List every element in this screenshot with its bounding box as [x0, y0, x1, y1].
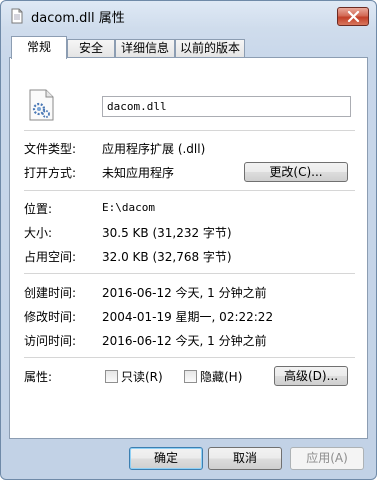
file-type-value: 应用程序扩展 (.dll): [102, 142, 206, 156]
location-label: 位置:: [24, 202, 53, 216]
tab-strip: 常规 安全 详细信息 以前的版本: [9, 36, 368, 59]
window-title: dacom.dll 属性: [31, 11, 125, 26]
divider: [24, 273, 355, 274]
cancel-button[interactable]: 取消: [208, 447, 282, 470]
opens-with-label: 打开方式:: [24, 166, 77, 180]
divider: [24, 130, 355, 131]
size-on-disk-label: 占用空间:: [24, 250, 77, 264]
tab-details[interactable]: 详细信息: [115, 39, 175, 58]
filename-input[interactable]: [102, 96, 351, 117]
ok-button[interactable]: 确定: [129, 447, 203, 470]
readonly-checkbox[interactable]: [105, 370, 118, 383]
readonly-label[interactable]: 只读(R): [121, 368, 163, 385]
change-button[interactable]: 更改(C)...: [244, 162, 348, 182]
divider: [24, 357, 355, 358]
dll-file-icon: [29, 89, 54, 121]
hidden-label[interactable]: 隐藏(H): [200, 368, 242, 385]
tab-previous-versions[interactable]: 以前的版本: [175, 39, 245, 58]
advanced-button[interactable]: 高级(D)...: [274, 366, 348, 386]
tab-security[interactable]: 安全: [67, 39, 115, 58]
size-label: 大小:: [24, 226, 53, 240]
attributes-label: 属性:: [24, 370, 53, 384]
tab-panel: 常规 安全 详细信息 以前的版本 文件类型: 应用程序扩展 (.dll) 打开方…: [9, 36, 368, 439]
modified-value: 2004-01-19 星期一, 02:22:22: [102, 310, 274, 324]
properties-window: dacom.dll 属性 常规 安全 详细信息 以前的版本 文件类型:: [0, 0, 377, 480]
size-value: 30.5 KB (31,232 字节): [102, 226, 232, 240]
created-label: 创建时间:: [24, 286, 77, 300]
opens-with-value: 未知应用程序: [102, 166, 175, 180]
hidden-checkbox[interactable]: [184, 370, 197, 383]
tab-general[interactable]: 常规: [11, 36, 67, 59]
file-type-label: 文件类型:: [24, 142, 77, 156]
close-icon: [347, 11, 360, 22]
close-button[interactable]: [337, 7, 369, 26]
divider: [24, 190, 355, 191]
apply-button[interactable]: 应用(A): [290, 447, 364, 470]
size-on-disk-value: 32.0 KB (32,768 字节): [102, 250, 232, 264]
created-value: 2016-06-12 今天, 1 分钟之前: [102, 286, 267, 300]
title-bar[interactable]: dacom.dll 属性: [1, 1, 376, 31]
modified-label: 修改时间:: [24, 310, 77, 324]
accessed-value: 2016-06-12 今天, 1 分钟之前: [102, 334, 267, 348]
general-sheet: 文件类型: 应用程序扩展 (.dll) 打开方式: 未知应用程序 更改(C)..…: [9, 57, 368, 439]
accessed-label: 访问时间:: [24, 334, 77, 348]
location-value: E:\dacom: [102, 201, 155, 214]
document-icon: [11, 8, 23, 24]
